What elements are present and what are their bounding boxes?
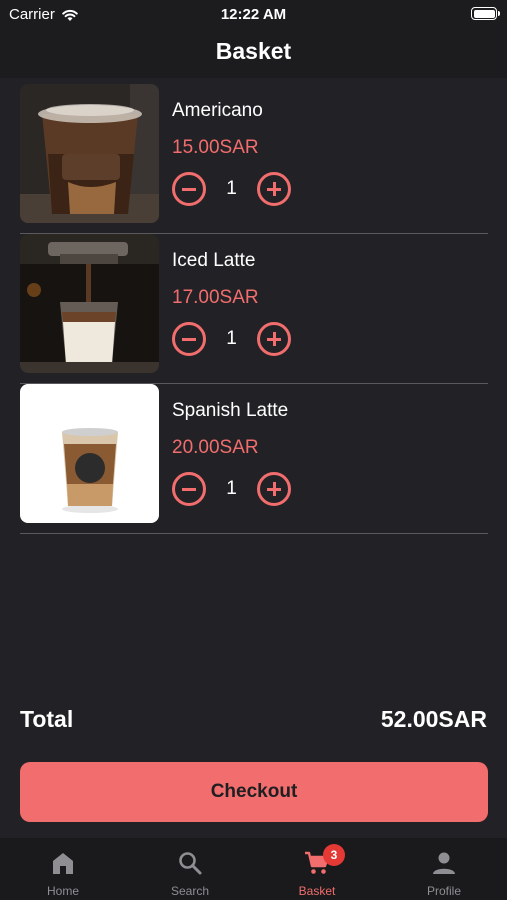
item-image-iced-latte	[20, 234, 159, 373]
item-name: Iced Latte	[172, 250, 256, 271]
tab-search[interactable]: Search	[127, 838, 253, 900]
increase-quantity-button[interactable]	[257, 472, 291, 506]
quantity-stepper: 1	[172, 172, 291, 206]
item-image-americano	[20, 84, 159, 223]
item-quantity: 1	[226, 478, 237, 499]
item-quantity: 1	[226, 328, 237, 349]
item-image-spanish-latte	[20, 384, 159, 523]
page-title: Basket	[215, 38, 292, 64]
decrease-quantity-button[interactable]	[172, 172, 206, 206]
total-label: Total	[20, 706, 74, 732]
item-price: 17.00SAR	[172, 287, 259, 308]
tab-basket[interactable]: 3 Basket	[254, 838, 380, 900]
item-name: Americano	[172, 100, 263, 121]
minus-icon	[182, 487, 196, 491]
cart-count-badge: 3	[323, 844, 345, 866]
basket-item: Americano 15.00SAR 1	[20, 84, 488, 234]
item-name: Spanish Latte	[172, 400, 289, 421]
quantity-stepper: 1	[172, 472, 291, 506]
increase-quantity-button[interactable]	[257, 172, 291, 206]
top-bar: Carrier 12:22 AM Basket	[0, 0, 507, 78]
decrease-quantity-button[interactable]	[172, 472, 206, 506]
item-price: 20.00SAR	[172, 437, 259, 458]
tab-search-label: Search	[170, 884, 210, 898]
tab-basket-label: Basket	[298, 884, 336, 898]
decrease-quantity-button[interactable]	[172, 322, 206, 356]
person-icon	[433, 852, 455, 874]
minus-icon	[182, 187, 196, 191]
tab-profile[interactable]: Profile	[381, 838, 507, 900]
tab-home-label: Home	[46, 884, 79, 898]
basket-item: Spanish Latte 20.00SAR 1	[20, 384, 488, 534]
battery-icon	[471, 7, 500, 20]
basket-list: Americano 15.00SAR 1 Iced Latte 17.00SAR…	[20, 84, 488, 534]
status-time: 12:22 AM	[220, 6, 287, 23]
search-icon	[179, 852, 202, 875]
minus-icon	[182, 337, 196, 341]
home-icon	[53, 853, 73, 874]
tab-home[interactable]: Home	[0, 838, 126, 900]
total-value: 52.00SAR	[380, 706, 487, 732]
checkout-button[interactable]: Checkout	[20, 762, 488, 822]
increase-quantity-button[interactable]	[257, 322, 291, 356]
tab-profile-label: Profile	[426, 884, 461, 898]
item-price: 15.00SAR	[172, 137, 259, 158]
status-bar: Carrier 12:22 AM	[0, 0, 507, 28]
tab-bar: Home Search 3 Basket Profile	[0, 838, 507, 900]
quantity-stepper: 1	[172, 322, 291, 356]
basket-item: Iced Latte 17.00SAR 1	[20, 234, 488, 384]
item-quantity: 1	[226, 178, 237, 199]
